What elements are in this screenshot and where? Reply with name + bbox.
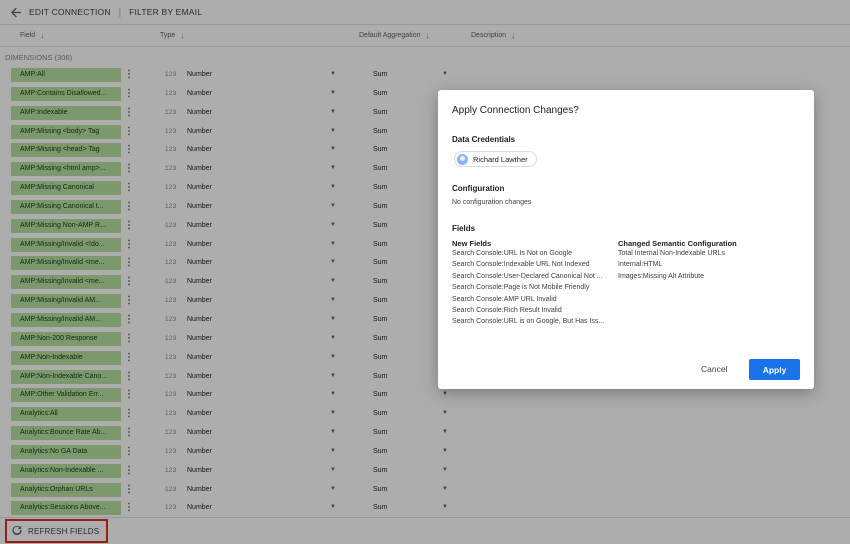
avatar (457, 153, 468, 165)
configuration-text: No configuration changes (452, 199, 532, 206)
list-item: Internal:HTML (618, 261, 663, 269)
list-item: Search Console:User-Declared Canonical N… (452, 272, 603, 280)
user-chip: Richard Lawther (454, 151, 537, 167)
list-item: Search Console:AMP URL Invalid (452, 295, 557, 303)
list-item: Search Console:Indexable URL Not Indexed (452, 261, 590, 269)
apply-changes-dialog: Apply Connection Changes? Data Credentia… (438, 90, 814, 389)
list-item: Search Console:URL is on Google, But Has… (452, 318, 605, 326)
changed-fields-list: Total Internal Non-Indexable URLs Interna… (618, 248, 725, 282)
user-name: Richard Lawther (473, 154, 528, 164)
list-item: Search Console:Page is Not Mobile Friend… (452, 284, 590, 292)
list-item: Images:Missing Alt Attribute (618, 272, 704, 280)
configuration-heading: Configuration (452, 184, 505, 193)
list-item: Search Console:Rich Result Invalid (452, 306, 562, 314)
cancel-button[interactable]: Cancel (701, 359, 727, 379)
new-fields-list: Search Console:URL Is Not on Google Searc… (452, 248, 604, 328)
data-credentials-heading: Data Credentials (452, 135, 516, 144)
apply-button[interactable]: Apply (749, 359, 800, 380)
list-item: Total Internal Non-Indexable URLs (618, 250, 726, 257)
list-item: Search Console:URL Is Not on Google (452, 250, 572, 257)
dialog-title: Apply Connection Changes? (452, 105, 579, 116)
changed-semantic-heading: Changed Semantic Configuration (618, 239, 737, 248)
fields-heading: Fields (452, 224, 476, 233)
new-fields-heading: New Fields (452, 239, 492, 248)
